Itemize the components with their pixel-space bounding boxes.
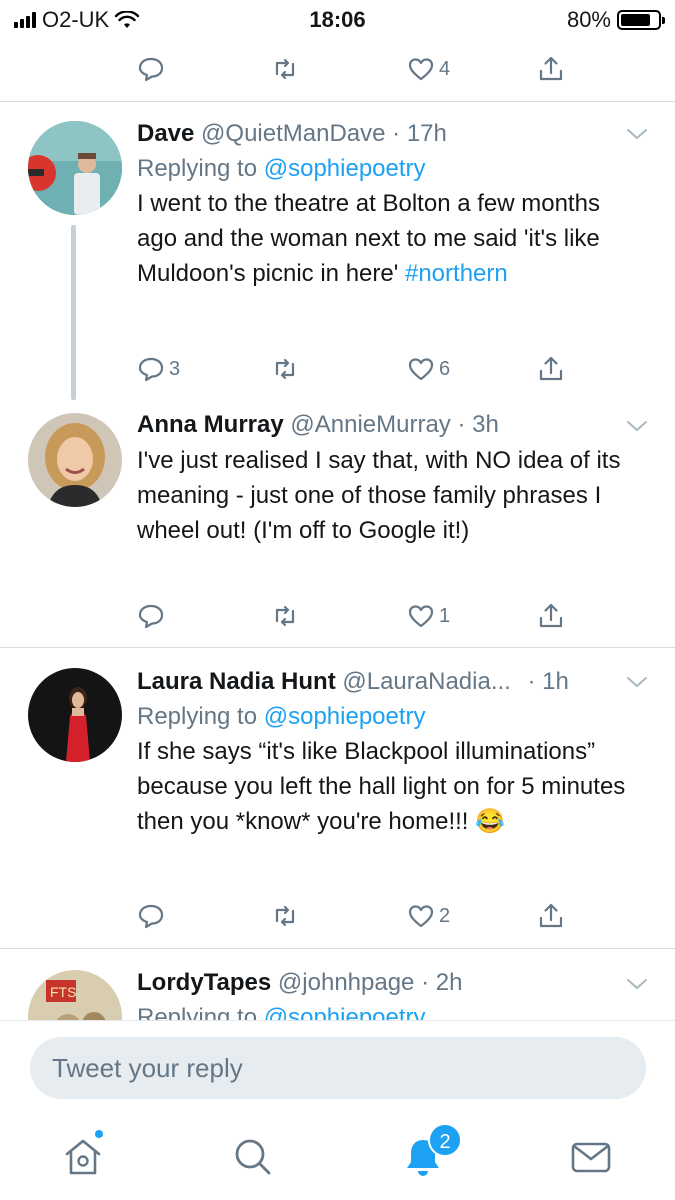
avatar-lordytapes[interactable]: FTS bbox=[28, 970, 122, 1020]
retweet-icon bbox=[275, 605, 295, 627]
share-button[interactable] bbox=[537, 896, 565, 936]
avatar-laura-nadia-hunt[interactable] bbox=[28, 668, 122, 762]
tweet-actions-dave: 3 6 bbox=[137, 349, 597, 389]
tweet-reply-input[interactable] bbox=[30, 1037, 646, 1099]
reply-button[interactable] bbox=[137, 896, 165, 936]
reply-button[interactable] bbox=[137, 596, 165, 636]
tweet-actions-laura-nadia-hunt: 2 bbox=[137, 896, 597, 936]
like-button[interactable]: 1 bbox=[407, 596, 450, 636]
author-name[interactable]: Laura Nadia Hunt bbox=[137, 668, 336, 695]
like-button[interactable]: 2 bbox=[407, 896, 450, 936]
thread-line bbox=[71, 225, 76, 400]
avatar-dave[interactable] bbox=[28, 121, 122, 215]
replying-to-link[interactable]: @sophiepoetry bbox=[264, 1004, 426, 1020]
author-handle[interactable]: @LauraNadia... bbox=[342, 668, 510, 695]
avatar-label: FTS bbox=[50, 984, 76, 1000]
tweet-dave: Dave @QuietManDave · 17h Replying to @so… bbox=[137, 117, 637, 291]
tweet-time: · 17h bbox=[392, 120, 447, 147]
author-name[interactable]: Anna Murray bbox=[137, 411, 284, 438]
retweet-button[interactable] bbox=[271, 349, 299, 389]
tweet-text: I went to the theatre at Bolton a few mo… bbox=[137, 190, 600, 287]
retweet-button[interactable] bbox=[271, 596, 299, 636]
author-name[interactable]: LordyTapes bbox=[137, 969, 271, 996]
share-button[interactable] bbox=[537, 49, 565, 89]
status-bar: O2-UK 18:06 80% bbox=[0, 0, 675, 38]
like-button[interactable]: 6 bbox=[407, 349, 450, 389]
replying-to-link[interactable]: @sophiepoetry bbox=[264, 155, 426, 182]
home-new-indicator bbox=[95, 1130, 103, 1138]
share-icon bbox=[539, 903, 563, 928]
avatar-anna-murray[interactable] bbox=[28, 413, 122, 507]
hashtag-link[interactable]: #northern bbox=[405, 260, 508, 287]
heart-icon bbox=[408, 358, 434, 381]
reply-bar bbox=[0, 1020, 675, 1120]
author-name[interactable]: Dave bbox=[137, 120, 194, 147]
reply-button[interactable] bbox=[137, 49, 165, 89]
notification-badge: 2 bbox=[428, 1123, 462, 1157]
tweet-actions-anna-murray: 1 bbox=[137, 596, 597, 636]
heart-icon bbox=[408, 905, 434, 928]
home-icon[interactable] bbox=[58, 1132, 108, 1182]
tweet-text: I've just realised I say that, with NO i… bbox=[137, 447, 621, 544]
avatar-image bbox=[28, 668, 122, 762]
chevron-down-icon[interactable] bbox=[625, 124, 649, 144]
search-icon[interactable] bbox=[228, 1132, 278, 1182]
chevron-down-icon[interactable] bbox=[625, 416, 649, 436]
retweet-button[interactable] bbox=[271, 49, 299, 89]
divider bbox=[0, 101, 675, 102]
replying-to-link[interactable]: @sophiepoetry bbox=[264, 703, 426, 730]
share-button[interactable] bbox=[537, 596, 565, 636]
retweet-icon bbox=[275, 358, 295, 380]
tweet-laura-nadia-hunt: Laura Nadia Hunt @LauraNadia... · 1h Rep… bbox=[137, 665, 637, 839]
author-handle[interactable]: @AnnieMurray bbox=[290, 411, 450, 438]
reply-icon bbox=[138, 904, 164, 929]
replying-prefix: Replying to bbox=[137, 155, 258, 182]
like-count: 1 bbox=[439, 604, 451, 627]
share-icon bbox=[539, 56, 563, 81]
replying-prefix: Replying to bbox=[137, 703, 258, 730]
divider bbox=[0, 647, 675, 648]
battery-percent: 80% bbox=[566, 7, 611, 32]
tweet-text: If she says “it's like Blackpool illumin… bbox=[137, 738, 626, 835]
author-handle[interactable]: @QuietManDave bbox=[201, 120, 385, 147]
tweet-lordytapes: LordyTapes @johnhpage · 2h Replying to @… bbox=[137, 966, 637, 1020]
like-count: 4 bbox=[439, 57, 451, 80]
share-button[interactable] bbox=[537, 349, 565, 389]
retweet-button[interactable] bbox=[271, 896, 299, 936]
heart-icon bbox=[408, 605, 434, 628]
retweet-icon bbox=[275, 905, 295, 927]
battery-fill bbox=[621, 14, 650, 26]
battery-icon bbox=[617, 10, 665, 30]
tab-bar bbox=[0, 1110, 675, 1200]
reply-icon bbox=[138, 604, 164, 629]
chevron-down-icon[interactable] bbox=[625, 672, 649, 692]
share-icon bbox=[539, 603, 563, 628]
reply-count: 3 bbox=[169, 357, 181, 380]
tweet-actions-previous: 4 bbox=[137, 49, 597, 89]
avatar-image bbox=[28, 413, 122, 507]
avatar-image bbox=[28, 121, 122, 215]
like-count: 2 bbox=[439, 904, 451, 927]
author-handle[interactable]: @johnhpage bbox=[278, 969, 414, 996]
replying-prefix: Replying to bbox=[137, 1004, 258, 1020]
tweet-anna-murray: Anna Murray @AnnieMurray · 3h I've just … bbox=[137, 408, 637, 548]
tweet-time: · 2h bbox=[421, 969, 463, 996]
share-icon bbox=[539, 356, 563, 381]
reply-icon bbox=[138, 357, 164, 382]
laughing-emoji-icon: 😂 bbox=[475, 808, 506, 835]
retweet-icon bbox=[275, 58, 295, 80]
tweet-time: · 1h bbox=[527, 668, 569, 695]
heart-icon bbox=[408, 58, 434, 81]
reply-icon bbox=[138, 57, 164, 82]
tweet-time: · 3h bbox=[457, 411, 499, 438]
chevron-down-icon[interactable] bbox=[625, 974, 649, 994]
reply-button[interactable]: 3 bbox=[137, 349, 180, 389]
avatar-image: FTS bbox=[28, 970, 122, 1020]
tweet-lordytapes-clip: FTS LordyTapes @johnhpage · 2h Replying … bbox=[0, 950, 675, 1020]
divider bbox=[0, 948, 675, 949]
like-button[interactable]: 4 bbox=[407, 49, 450, 89]
like-count: 6 bbox=[439, 357, 451, 380]
messages-icon[interactable] bbox=[566, 1132, 616, 1182]
